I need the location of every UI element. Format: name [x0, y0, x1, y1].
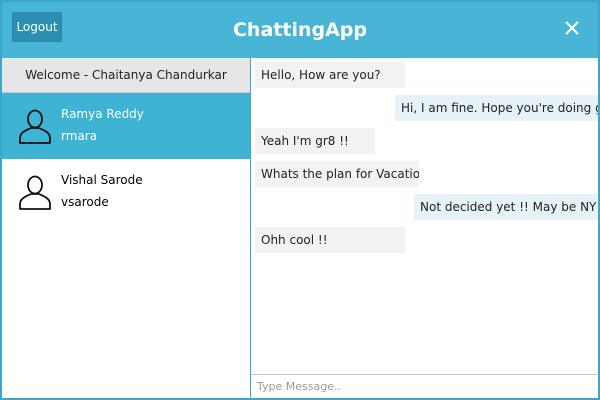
app-title: ChattingApp — [232, 19, 367, 41]
contact-name: Vishal Sarode — [61, 173, 143, 187]
contact-item-ramya-reddy[interactable]: Ramya Reddy rmara — [2, 93, 250, 159]
message-list[interactable]: Hello, How are you? Hi, I am fine. Hope … — [251, 58, 598, 373]
contacts-sidebar: Welcome - Chaitanya Chandurkar Ramya Red… — [2, 58, 251, 398]
chat-panel: Hello, How are you? Hi, I am fine. Hope … — [251, 58, 598, 398]
user-avatar-icon — [18, 109, 52, 145]
logout-button[interactable]: Logout — [12, 12, 62, 42]
message-received: Whats the plan for Vacation? — [255, 161, 419, 187]
user-avatar-icon — [18, 175, 52, 211]
contact-username: vsarode — [61, 195, 109, 209]
contact-username: rmara — [61, 129, 98, 143]
title-bar: Logout ChattingApp — [2, 2, 598, 58]
welcome-banner: Welcome - Chaitanya Chandurkar — [2, 58, 250, 93]
message-received: Ohh cool !! — [255, 227, 405, 253]
message-received: Hello, How are you? — [255, 62, 405, 88]
message-received: Yeah I'm gr8 !! — [255, 128, 375, 154]
close-icon[interactable] — [562, 18, 582, 38]
contact-name: Ramya Reddy — [61, 107, 144, 121]
message-input-bar — [251, 374, 598, 398]
message-sent: Hi, I am fine. Hope you're doing gr8 — [395, 95, 598, 121]
contact-item-vishal-sarode[interactable]: Vishal Sarode vsarode — [2, 159, 250, 225]
message-sent: Not decided yet !! May be NY :D — [414, 194, 598, 220]
chat-window: Logout ChattingApp Welcome - Chaitanya C… — [0, 0, 600, 400]
message-input[interactable] — [251, 375, 598, 398]
